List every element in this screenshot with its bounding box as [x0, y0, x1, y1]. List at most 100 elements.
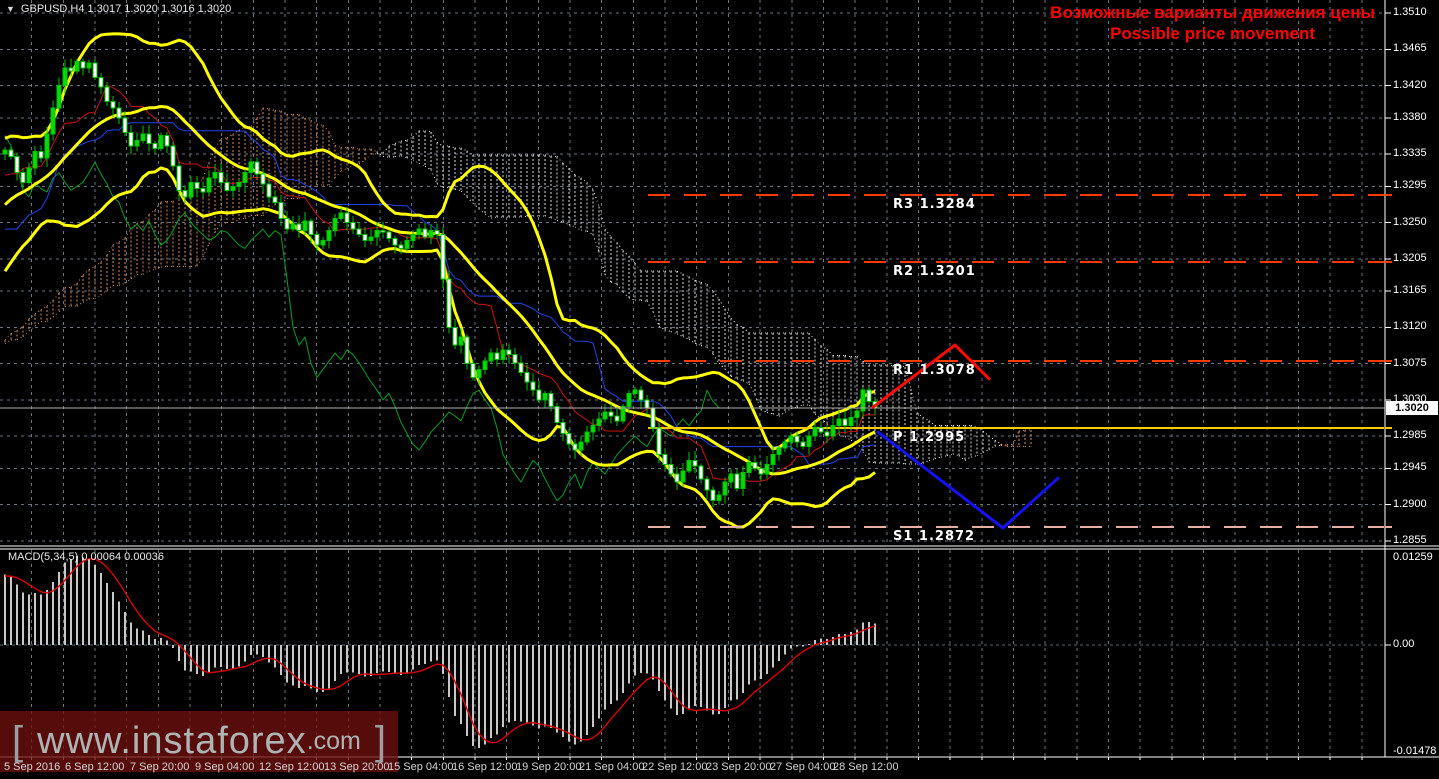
bear-candle [422, 228, 428, 238]
price-axis-label[interactable]: 1.3335 [1393, 147, 1427, 159]
bear-candle [116, 107, 122, 119]
time-axis-label[interactable]: 19 Sep 20:00 [516, 761, 581, 773]
bear-candle [200, 188, 206, 193]
bear-candle [266, 183, 272, 198]
bear-candle [14, 155, 20, 174]
bear-candle [560, 421, 566, 435]
bull-candle [686, 459, 692, 472]
annotation-title-ru: Возможные варианты движения цены [1050, 3, 1375, 22]
bull-candle [302, 220, 308, 232]
bear-candle [524, 371, 530, 383]
bull-candle [770, 454, 776, 465]
time-axis-label[interactable]: 21 Sep 04:00 [579, 761, 644, 773]
bear-candle [110, 101, 116, 109]
bull-candle [854, 410, 860, 419]
bear-candle [122, 117, 128, 133]
bull-candle [158, 135, 164, 149]
price-axis-label[interactable]: 1.3165 [1393, 284, 1427, 296]
bear-candle [464, 336, 470, 365]
bull-candle [806, 435, 812, 448]
chart-dropdown-icon[interactable]: ▼ [6, 4, 15, 14]
bear-candle [566, 433, 572, 445]
price-axis-label[interactable]: 1.3420 [1393, 79, 1427, 91]
bear-candle [752, 462, 758, 469]
bull-candle [248, 161, 254, 174]
price-axis-label[interactable]: 1.2985 [1393, 429, 1427, 441]
bull-candle [746, 462, 752, 473]
bull-candle [230, 185, 236, 191]
bull-candle [848, 417, 854, 427]
time-axis-label[interactable]: 28 Sep 12:00 [833, 761, 898, 773]
bear-candle [758, 467, 764, 475]
bear-candle [818, 426, 824, 433]
price-axis-label[interactable]: 1.3510 [1393, 6, 1427, 18]
bear-candle [608, 411, 614, 417]
bull-candle [740, 471, 746, 490]
time-axis-label[interactable]: 27 Sep 04:00 [770, 761, 835, 773]
bear-candle [842, 418, 848, 427]
chart-canvas[interactable] [0, 0, 1439, 779]
bull-candle [332, 218, 338, 232]
time-axis-label[interactable]: 23 Sep 20:00 [706, 761, 771, 773]
bull-candle [458, 336, 464, 346]
annotation-title-en: Possible price movement [1110, 24, 1316, 43]
bear-candle [8, 149, 14, 157]
price-axis-label[interactable]: 1.3205 [1393, 252, 1427, 264]
price-axis-label[interactable]: 1.3075 [1393, 357, 1427, 369]
price-axis-label[interactable]: 1.3030 [1393, 393, 1427, 405]
price-axis-label[interactable]: 1.2900 [1393, 498, 1427, 510]
pivot-label-r2: R2 1.3201 [893, 264, 976, 280]
bull-candle [86, 62, 92, 69]
price-axis-label[interactable]: 1.3380 [1393, 111, 1427, 123]
price-axis-label[interactable]: 1.2945 [1393, 461, 1427, 473]
bear-candle [824, 431, 830, 437]
watermark-domain: www.instaforex [37, 720, 307, 762]
bull-candle [416, 228, 422, 236]
watermark-bracket-right: ] [374, 719, 386, 763]
bear-candle [692, 459, 698, 467]
bull-candle [764, 463, 770, 475]
bull-candle [32, 151, 38, 169]
time-axis-label[interactable]: 9 Sep 04:00 [195, 761, 254, 773]
bear-candle [446, 278, 452, 328]
bull-candle [620, 405, 626, 422]
price-axis-label[interactable]: 1.2855 [1393, 534, 1427, 546]
bull-candle [404, 239, 410, 249]
bull-candle [428, 230, 434, 238]
time-axis-label[interactable]: 12 Sep 12:00 [259, 761, 324, 773]
price-axis-label[interactable]: 1.3120 [1393, 320, 1427, 332]
bear-candle [548, 392, 554, 407]
price-axis-label[interactable]: 1.3465 [1393, 42, 1427, 54]
bear-candle [704, 478, 710, 491]
bull-candle [206, 177, 212, 193]
time-axis-label[interactable]: 13 Sep 20:00 [324, 761, 389, 773]
bear-candle [698, 465, 704, 480]
bear-candle [674, 473, 680, 483]
bear-candle [644, 399, 650, 409]
bear-candle [536, 389, 542, 401]
time-axis-label[interactable]: 6 Sep 12:00 [65, 761, 124, 773]
time-axis-label[interactable]: 5 Sep 2016 [4, 761, 60, 773]
bear-candle [650, 407, 656, 429]
bear-candle [164, 135, 170, 147]
bear-candle [470, 363, 476, 378]
bear-candle [68, 67, 74, 72]
bull-candle [830, 425, 836, 437]
time-axis-label[interactable]: 15 Sep 04:00 [388, 761, 453, 773]
time-axis-label[interactable]: 7 Sep 20:00 [130, 761, 189, 773]
price-axis-label[interactable]: 1.3250 [1393, 216, 1427, 228]
bear-candle [218, 172, 224, 183]
time-axis-label[interactable]: 22 Sep 12:00 [642, 761, 707, 773]
bear-candle [638, 389, 644, 401]
bear-candle [260, 173, 266, 185]
bear-candle [344, 212, 350, 224]
bull-candle [584, 431, 590, 443]
bear-candle [296, 223, 302, 232]
pivot-label-p: P 1.2995 [893, 430, 966, 446]
time-axis-label[interactable]: 16 Sep 12:00 [452, 761, 517, 773]
bear-candle [554, 405, 560, 423]
price-axis-label[interactable]: 1.3295 [1393, 179, 1427, 191]
bear-candle [572, 443, 578, 451]
macd-axis-label-top: 0.01259 [1393, 551, 1433, 563]
bull-candle [188, 181, 194, 198]
